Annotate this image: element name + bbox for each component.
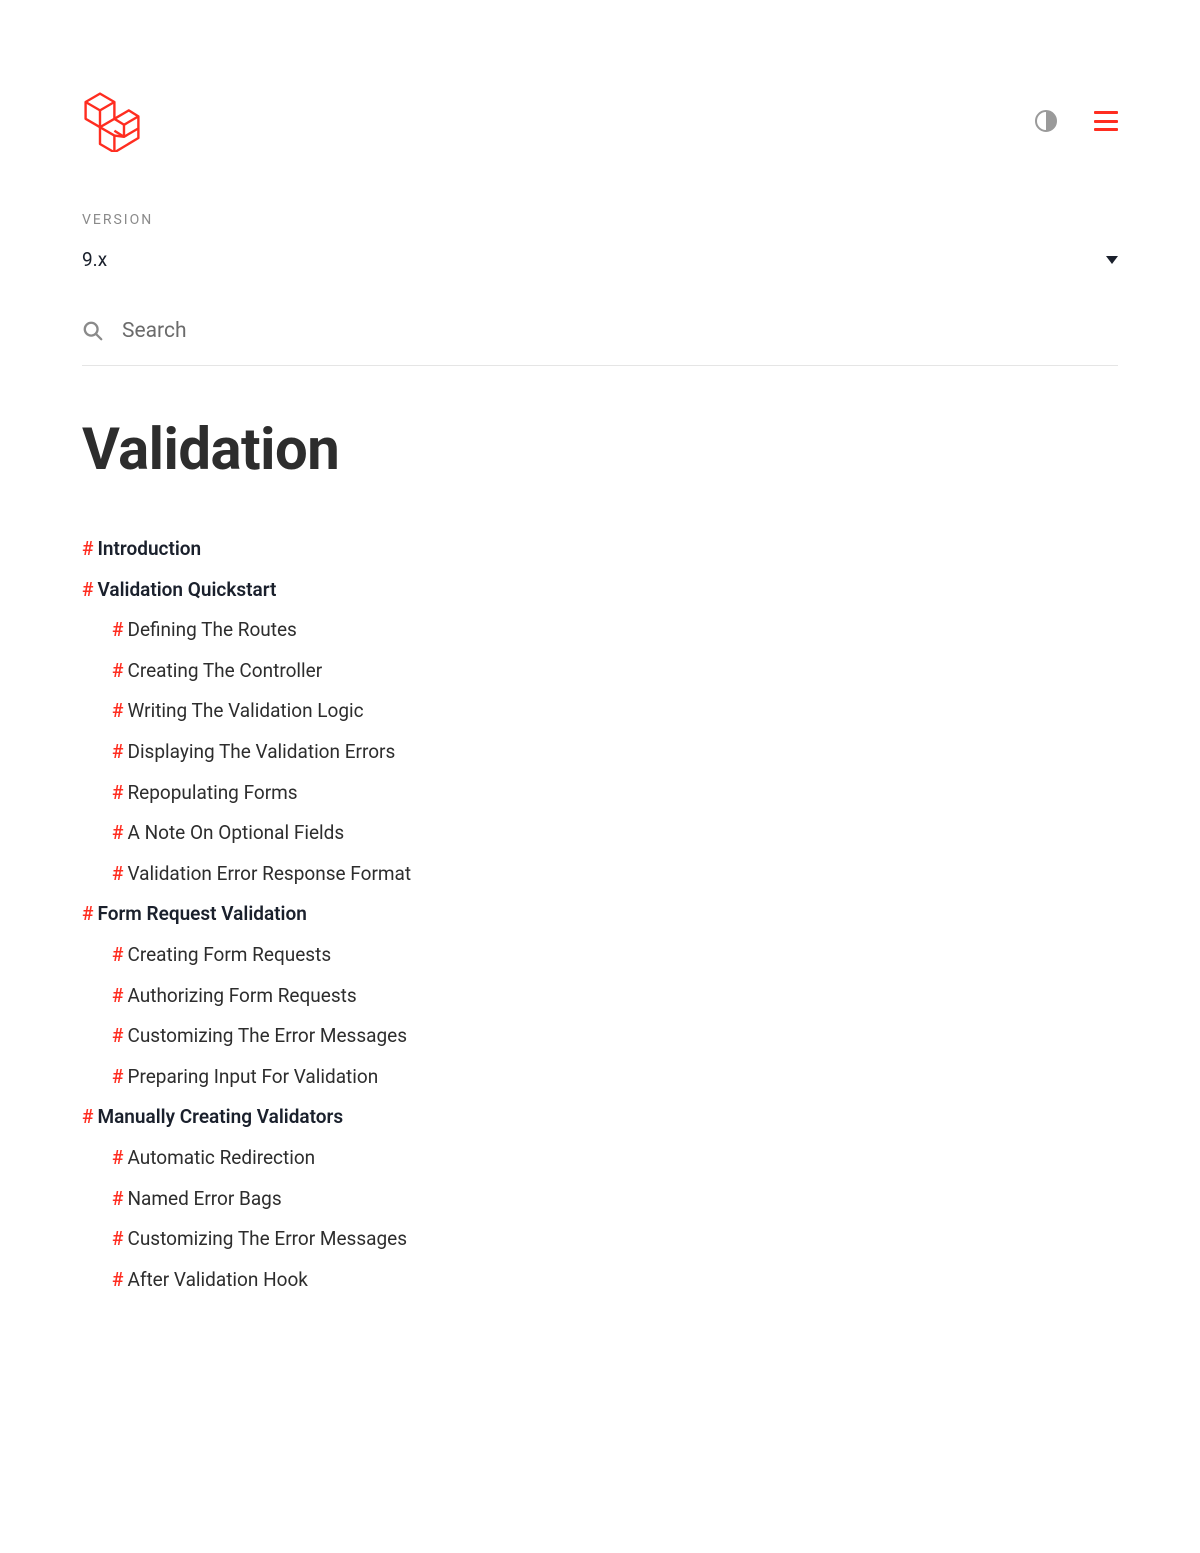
hash-icon: #	[112, 618, 123, 641]
toc-link[interactable]: Validation Error Response Format	[127, 862, 411, 885]
toc-link[interactable]: Customizing The Error Messages	[127, 1227, 407, 1250]
hash-icon: #	[112, 781, 123, 804]
toc-item: #Validation Error Response Format	[82, 861, 1118, 888]
hash-icon: #	[112, 1065, 123, 1088]
toc-link[interactable]: Authorizing Form Requests	[127, 984, 356, 1007]
hash-icon: #	[112, 659, 123, 682]
search-icon	[82, 320, 104, 342]
toc-link[interactable]: After Validation Hook	[127, 1268, 307, 1291]
hamburger-menu-icon[interactable]	[1094, 111, 1118, 131]
toc-item: #Manually Creating Validators	[82, 1104, 1118, 1131]
toc-item: #Repopulating Forms	[82, 780, 1118, 807]
toc-item: #Writing The Validation Logic	[82, 698, 1118, 725]
toc-item: #Form Request Validation	[82, 901, 1118, 928]
toc-link[interactable]: Repopulating Forms	[127, 781, 297, 804]
toc-item: #Creating The Controller	[82, 658, 1118, 685]
table-of-contents: #Introduction#Validation Quickstart#Defi…	[82, 536, 1118, 1293]
toc-link[interactable]: Validation Quickstart	[97, 578, 276, 601]
toc-item: #Named Error Bags	[82, 1186, 1118, 1213]
toc-item: #Automatic Redirection	[82, 1145, 1118, 1172]
version-section: VERSION 9.x	[82, 212, 1118, 271]
header	[82, 90, 1118, 152]
hash-icon: #	[112, 1146, 123, 1169]
toc-link[interactable]: Defining The Routes	[127, 618, 296, 641]
toc-link[interactable]: Displaying The Validation Errors	[127, 740, 395, 763]
version-value: 9.x	[82, 248, 107, 271]
toc-link[interactable]: Writing The Validation Logic	[127, 699, 363, 722]
hash-icon: #	[82, 1105, 93, 1128]
hash-icon: #	[112, 1227, 123, 1250]
toc-link[interactable]: Manually Creating Validators	[97, 1105, 343, 1128]
laravel-logo-icon[interactable]	[82, 90, 142, 152]
page-title: Validation	[82, 416, 1118, 484]
hash-icon: #	[112, 984, 123, 1007]
toc-link[interactable]: Form Request Validation	[97, 902, 306, 925]
toc-link[interactable]: Creating The Controller	[127, 659, 322, 682]
chevron-down-icon	[1106, 256, 1118, 264]
search-input[interactable]	[122, 319, 1118, 343]
toc-link[interactable]: Preparing Input For Validation	[127, 1065, 378, 1088]
header-controls	[1034, 109, 1118, 133]
toc-item: #Validation Quickstart	[82, 577, 1118, 604]
toc-link[interactable]: Named Error Bags	[127, 1187, 281, 1210]
toc-item: #Introduction	[82, 536, 1118, 563]
toc-item: #Authorizing Form Requests	[82, 983, 1118, 1010]
hash-icon: #	[112, 1268, 123, 1291]
hash-icon: #	[112, 1024, 123, 1047]
toc-item: #Preparing Input For Validation	[82, 1064, 1118, 1091]
toc-link[interactable]: Introduction	[97, 537, 201, 560]
toc-item: #Defining The Routes	[82, 617, 1118, 644]
hash-icon: #	[82, 578, 93, 601]
toc-item: #A Note On Optional Fields	[82, 820, 1118, 847]
hash-icon: #	[112, 1187, 123, 1210]
toc-item: #Displaying The Validation Errors	[82, 739, 1118, 766]
hash-icon: #	[112, 699, 123, 722]
version-label: VERSION	[82, 212, 1118, 228]
hash-icon: #	[82, 902, 93, 925]
toc-item: #Customizing The Error Messages	[82, 1023, 1118, 1050]
theme-toggle-icon[interactable]	[1034, 109, 1058, 133]
toc-item: #Creating Form Requests	[82, 942, 1118, 969]
hash-icon: #	[112, 740, 123, 763]
search-section	[82, 319, 1118, 366]
version-selector[interactable]: 9.x	[82, 248, 1118, 271]
toc-link[interactable]: Customizing The Error Messages	[127, 1024, 407, 1047]
hash-icon: #	[82, 537, 93, 560]
toc-item: #After Validation Hook	[82, 1267, 1118, 1294]
toc-link[interactable]: A Note On Optional Fields	[127, 821, 344, 844]
toc-link[interactable]: Creating Form Requests	[127, 943, 331, 966]
hash-icon: #	[112, 943, 123, 966]
toc-link[interactable]: Automatic Redirection	[127, 1146, 315, 1169]
hash-icon: #	[112, 821, 123, 844]
hash-icon: #	[112, 862, 123, 885]
toc-item: #Customizing The Error Messages	[82, 1226, 1118, 1253]
